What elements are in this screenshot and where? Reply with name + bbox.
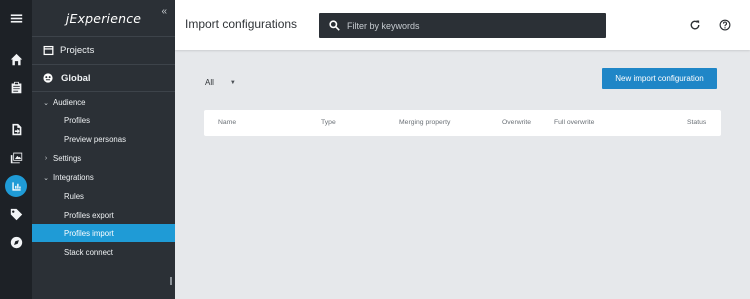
column-header-merging-property[interactable]: Merging property xyxy=(399,119,450,126)
projects-link[interactable]: Projects xyxy=(32,39,175,61)
sidebar-item-profiles-export[interactable]: Profiles export xyxy=(32,206,175,224)
page-title: Import configurations xyxy=(185,17,298,31)
sidebar-item-profiles-import[interactable]: Profiles import xyxy=(32,224,175,242)
window-icon xyxy=(43,45,54,55)
sidebar-item-label: Rules xyxy=(64,191,84,201)
sidebar-item-label: Stack connect xyxy=(64,247,113,257)
icon-rail xyxy=(0,0,32,299)
sidebar-item-label: Integrations xyxy=(53,173,94,182)
new-import-configuration-button[interactable]: New import configuration xyxy=(602,68,717,89)
sidebar-item-profiles[interactable]: Profiles xyxy=(32,112,175,129)
site-label: Global xyxy=(61,72,91,84)
table-header: Name Type Merging property Overwrite Ful… xyxy=(204,110,721,136)
resize-handle[interactable] xyxy=(170,277,172,285)
chevron-down-icon: ⌄ xyxy=(43,99,49,107)
clipboard-icon[interactable] xyxy=(0,75,32,99)
menu-icon[interactable] xyxy=(0,6,32,30)
sidebar-item-stack-connect[interactable]: Stack connect xyxy=(32,243,175,261)
column-header-type[interactable]: Type xyxy=(321,119,336,126)
caret-down-icon: ▼ xyxy=(229,79,236,86)
column-header-status[interactable]: Status xyxy=(687,119,706,126)
sidebar-item-label: Profiles import xyxy=(64,228,114,238)
projects-label: Projects xyxy=(60,44,95,56)
chart-icon[interactable] xyxy=(0,174,32,198)
active-indicator xyxy=(5,175,27,197)
sidebar-item-rules[interactable]: Rules xyxy=(32,187,175,205)
sidebar-item-integrations[interactable]: ⌄ Integrations xyxy=(32,169,175,186)
sidebar-item-label: Audience xyxy=(53,98,86,107)
gallery-icon[interactable] xyxy=(0,145,32,169)
sidebar-item-audience[interactable]: ⌄ Audience xyxy=(32,94,175,111)
search-icon xyxy=(329,20,340,31)
brand-logo: jExperience xyxy=(32,0,175,36)
divider xyxy=(32,36,175,37)
sidebar-item-label: Settings xyxy=(53,154,82,163)
chevron-down-icon: ⌄ xyxy=(43,174,49,182)
site-selector[interactable]: Global xyxy=(32,68,175,88)
import-icon[interactable] xyxy=(0,117,32,141)
divider xyxy=(32,91,175,92)
column-header-name[interactable]: Name xyxy=(218,119,236,126)
globe-icon xyxy=(43,73,53,83)
filter-value: All xyxy=(205,78,214,87)
chevron-right-icon: › xyxy=(44,155,48,162)
page-header: Import configurations xyxy=(175,0,750,50)
refresh-icon[interactable] xyxy=(687,17,703,33)
sidebar: jExperience « Projects Global ⌄ Audience… xyxy=(32,0,175,299)
sidebar-item-settings[interactable]: › Settings xyxy=(32,150,175,167)
brand-name: jExperience xyxy=(65,10,142,26)
sidebar-item-label: Preview personas xyxy=(64,135,126,144)
collapse-sidebar-button[interactable]: « xyxy=(161,6,167,17)
filter-dropdown[interactable]: All ▼ xyxy=(205,78,236,87)
compass-icon[interactable] xyxy=(0,230,32,254)
sidebar-item-preview-personas[interactable]: Preview personas xyxy=(32,131,175,148)
search-input[interactable] xyxy=(347,20,587,31)
tag-icon[interactable] xyxy=(0,202,32,226)
help-icon[interactable] xyxy=(717,17,733,33)
divider xyxy=(32,64,175,65)
sidebar-item-label: Profiles export xyxy=(64,210,114,220)
column-header-full-overwrite[interactable]: Full overwrite xyxy=(554,119,594,126)
search-bar[interactable] xyxy=(319,13,606,38)
column-header-overwrite[interactable]: Overwrite xyxy=(502,119,531,126)
home-icon[interactable] xyxy=(0,47,32,71)
sidebar-item-label: Profiles xyxy=(64,116,90,125)
